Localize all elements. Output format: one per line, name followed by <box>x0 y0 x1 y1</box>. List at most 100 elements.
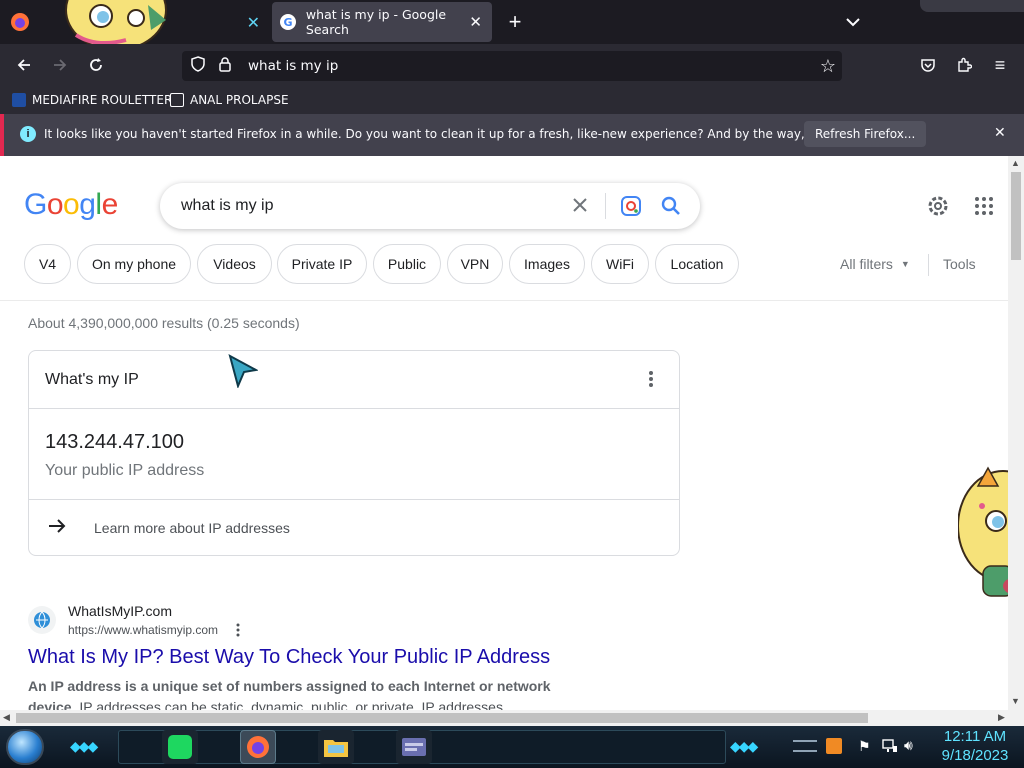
learn-more-label: Learn more about IP addresses <box>94 520 290 536</box>
show-hidden-icons[interactable] <box>793 740 817 752</box>
taskbar: ◆◆◆ ◆◆◆ ⚑ 🔊︎ 12:11 AM 9/18/2023 <box>0 726 1024 768</box>
tab-close-icon[interactable]: ✕ <box>247 13 260 32</box>
tools-button[interactable]: Tools <box>943 256 976 272</box>
result-stats: About 4,390,000,000 results (0.25 second… <box>28 315 300 331</box>
chip-v4[interactable]: V4 <box>24 244 71 284</box>
clear-search-icon[interactable] <box>570 195 590 220</box>
separator <box>605 193 606 219</box>
tab-google-search[interactable]: G what is my ip - Google Search ✕ <box>272 2 492 42</box>
scroll-right-icon[interactable]: ▶ <box>998 712 1005 723</box>
start-orb-icon[interactable] <box>6 729 44 765</box>
firefox-menu-icon[interactable] <box>10 12 30 32</box>
google-favicon-icon: G <box>280 14 296 30</box>
clock[interactable]: 12:11 AM 9/18/2023 <box>930 727 1020 765</box>
app-menu-icon[interactable]: ≡ <box>985 50 1015 80</box>
horizontal-scrollbar[interactable]: ◀ ▶ <box>0 710 1024 726</box>
card-more-options-icon[interactable] <box>643 369 659 394</box>
mouse-cursor-icon <box>228 354 260 393</box>
pocket-icon[interactable] <box>913 50 943 80</box>
card-divider <box>29 499 679 500</box>
settings-gear-icon[interactable] <box>926 194 950 223</box>
reload-icon[interactable] <box>81 50 111 80</box>
forward-icon[interactable] <box>45 50 75 80</box>
h-scrollbar-thumb[interactable] <box>16 713 868 723</box>
card-title: What's my IP <box>45 371 139 388</box>
chip-wifi[interactable]: WiFi <box>591 244 649 284</box>
taskbar-chevrons-right: ◆◆◆ <box>730 738 758 754</box>
scroll-left-icon[interactable]: ◀ <box>3 712 10 723</box>
firefox-taskbar-icon[interactable] <box>240 730 276 764</box>
result-snippet: An IP address is a unique set of numbers… <box>28 676 598 710</box>
scrollbar-thumb[interactable] <box>1011 172 1021 260</box>
url-bar[interactable]: what is my ip ☆ <box>182 51 842 81</box>
chip-images[interactable]: Images <box>509 244 585 284</box>
ip-subtitle: Your public IP address <box>45 462 205 479</box>
sticker-character-right <box>957 466 1008 616</box>
result-url[interactable]: https://www.whatismyip.com <box>68 623 218 637</box>
search-icon[interactable] <box>660 195 682 222</box>
lens-search-icon[interactable] <box>620 195 642 222</box>
tracking-protection-icon[interactable] <box>190 56 206 76</box>
result-more-options-icon[interactable] <box>233 623 243 642</box>
scroll-down-icon[interactable]: ▼ <box>1011 696 1020 706</box>
taskbar-chevrons-left: ◆◆◆ <box>70 738 98 754</box>
bookmark-label: ANAL PROLAPSE <box>190 93 289 107</box>
vertical-scrollbar[interactable]: ▲ ▼ <box>1008 156 1024 710</box>
site-favicon-icon <box>28 606 56 634</box>
whats-my-ip-card: What's my IP 143.244.47.100 Your public … <box>28 350 680 556</box>
chip-public[interactable]: Public <box>373 244 441 284</box>
learn-more-link[interactable]: Learn more about IP addresses <box>45 515 665 541</box>
chip-vpn[interactable]: VPN <box>447 244 503 284</box>
google-results-page: Google what is my ip V4 On my phone Vide… <box>0 156 1008 710</box>
bookmark-second[interactable]: ANAL PROLAPSE <box>170 90 289 110</box>
info-icon: i <box>20 126 36 142</box>
volume-icon[interactable]: 🔊︎ <box>904 737 913 754</box>
url-text: what is my ip <box>248 58 339 74</box>
google-apps-icon[interactable] <box>974 196 994 221</box>
all-filters-button[interactable]: All filters ▼ <box>840 256 910 272</box>
extensions-icon[interactable] <box>949 50 979 80</box>
search-box[interactable]: what is my ip <box>160 183 700 229</box>
bookmark-label: MEDIAFIRE ROULETTER <box>32 93 173 107</box>
card-divider <box>29 408 679 409</box>
tab-title: what is my ip - Google Search <box>305 7 447 37</box>
network-icon[interactable] <box>882 738 898 759</box>
tab-previous[interactable]: ✕ <box>40 2 270 42</box>
clock-date: 9/18/2023 <box>941 747 1009 764</box>
lock-icon[interactable] <box>218 56 232 76</box>
new-tab-icon[interactable]: + <box>500 7 530 37</box>
google-logo[interactable]: Google <box>24 188 118 222</box>
tab-bar: ✕ G what is my ip - Google Search ✕ + <box>0 0 1024 50</box>
notification-bar: i It looks like you haven't started Fire… <box>0 114 1024 156</box>
spotify-taskbar-icon[interactable] <box>162 730 198 764</box>
result-site-name[interactable]: WhatIsMyIP.com <box>68 603 172 619</box>
header-divider <box>0 300 1008 301</box>
list-all-tabs-icon[interactable] <box>838 7 868 37</box>
file-explorer-taskbar-icon[interactable] <box>318 730 354 764</box>
action-center-flag-icon[interactable]: ⚑ <box>858 738 871 755</box>
scroll-up-icon[interactable]: ▲ <box>1011 158 1020 168</box>
chip-videos[interactable]: Videos <box>197 244 272 284</box>
arrow-right-icon <box>47 518 67 539</box>
result-title-link[interactable]: What Is My IP? Best Way To Check Your Pu… <box>28 646 550 669</box>
refresh-firefox-button[interactable]: Refresh Firefox... <box>804 121 927 147</box>
mediafire-favicon-icon <box>12 93 26 107</box>
ip-address: 143.244.47.100 <box>45 431 185 453</box>
tray-app-icon[interactable] <box>826 738 842 754</box>
bookmark-favicon-icon <box>170 93 184 107</box>
back-icon[interactable] <box>9 50 39 80</box>
window-frame-decoration <box>920 0 1024 12</box>
snippet-rest: . IP addresses can be static, dynamic, p… <box>71 699 519 710</box>
caret-down-icon: ▼ <box>900 259 910 269</box>
chip-location[interactable]: Location <box>655 244 739 284</box>
chip-on-my-phone[interactable]: On my phone <box>77 244 191 284</box>
clock-time: 12:11 AM <box>943 728 1007 745</box>
bookmark-star-icon[interactable]: ☆ <box>820 56 836 77</box>
notification-close-icon[interactable]: ✕ <box>994 124 1006 141</box>
window-taskbar-icon[interactable] <box>396 730 432 764</box>
notification-message: It looks like you haven't started Firefo… <box>44 127 900 141</box>
bookmark-mediafire[interactable]: MEDIAFIRE ROULETTER <box>12 90 172 110</box>
chip-private-ip[interactable]: Private IP <box>277 244 367 284</box>
search-input[interactable]: what is my ip <box>181 197 273 215</box>
tab-close-icon[interactable]: ✕ <box>469 13 482 31</box>
